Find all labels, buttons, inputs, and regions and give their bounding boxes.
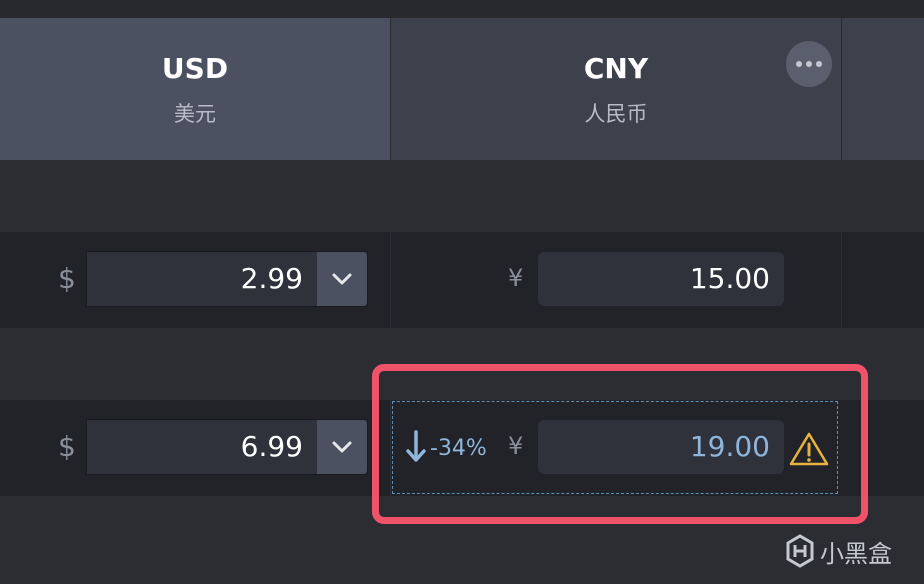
usd-price-dropdown[interactable] <box>317 420 367 474</box>
more-options-button[interactable] <box>786 41 832 87</box>
usd-price-input[interactable]: 6.99 <box>86 419 368 475</box>
currency-name-cny: 人民币 <box>584 102 648 126</box>
cell-divider <box>841 232 842 328</box>
row-gap <box>0 160 924 232</box>
cell-divider <box>390 232 391 328</box>
usd-symbol: $ <box>58 430 76 463</box>
heybox-logo-icon <box>786 534 814 568</box>
cny-symbol: ¥ <box>508 264 524 292</box>
cny-price-input[interactable]: 15.00 <box>538 252 784 306</box>
usd-price-value[interactable]: 2.99 <box>87 252 317 306</box>
usd-price-input[interactable]: 2.99 <box>86 251 368 307</box>
column-header-extra <box>842 18 924 160</box>
more-dot <box>806 61 812 67</box>
more-horizontal-icon <box>794 61 824 67</box>
usd-price-value[interactable]: 6.99 <box>87 420 317 474</box>
top-strip <box>0 0 924 18</box>
watermark-text: 小黑盒 <box>820 540 892 568</box>
currency-name-usd: 美元 <box>174 102 216 126</box>
chevron-down-icon <box>332 441 352 453</box>
chevron-down-icon <box>332 273 352 285</box>
highlight-annotation <box>372 364 868 524</box>
usd-symbol: $ <box>58 262 76 295</box>
column-header-usd: USD 美元 <box>0 18 390 160</box>
more-dot <box>816 61 822 67</box>
more-dot <box>796 61 802 67</box>
currency-code-cny: CNY <box>583 52 649 85</box>
currency-code-usd: USD <box>161 52 229 85</box>
usd-price-dropdown[interactable] <box>317 252 367 306</box>
column-header-cny: CNY 人民币 <box>391 18 841 160</box>
